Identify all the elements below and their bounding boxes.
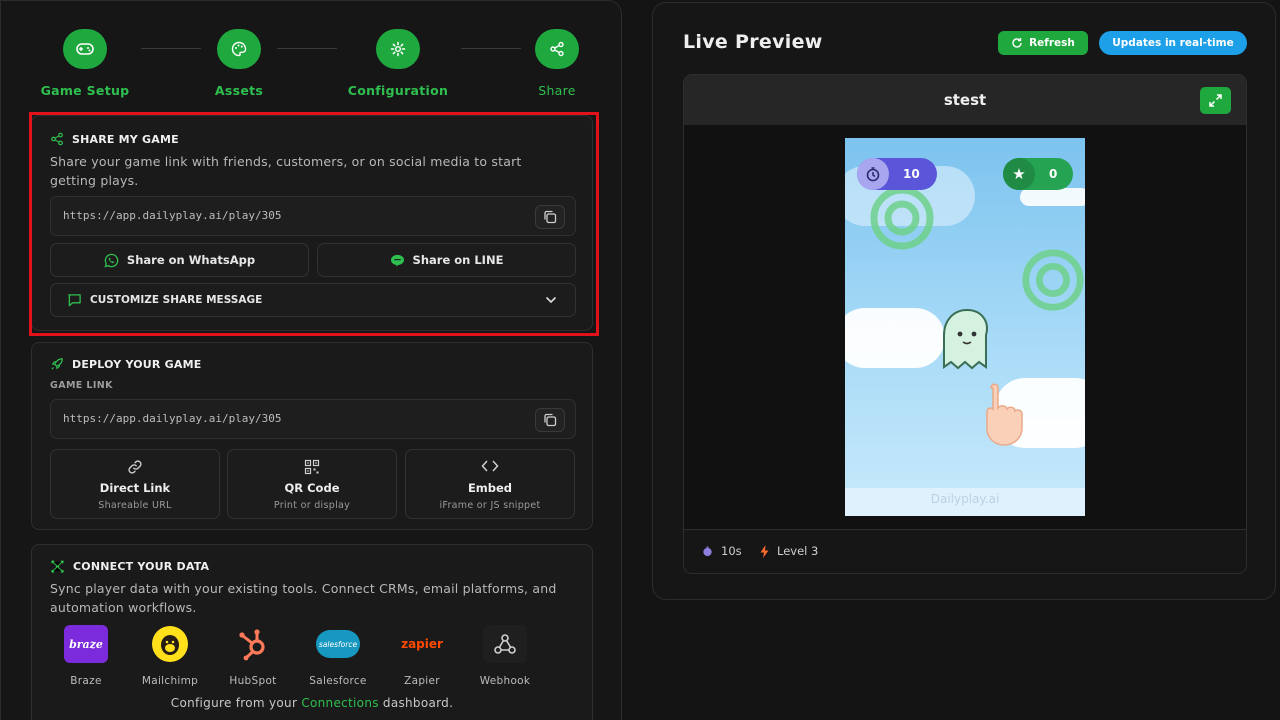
level-stat: Level 3 — [760, 544, 818, 558]
integration-hubspot[interactable]: HubSpot — [218, 625, 288, 687]
mailchimp-logo — [148, 625, 192, 663]
hubspot-logo — [231, 625, 275, 663]
embed-title: Embed — [467, 481, 513, 495]
timer-icon — [857, 158, 889, 190]
score-hud: ★ 0 — [1003, 158, 1073, 190]
game-canvas[interactable]: 10 ★ 0 Dailyplay.ai — [845, 138, 1085, 516]
connect-card-title: CONNECT YOUR DATA — [73, 560, 210, 573]
copy-icon — [544, 413, 557, 427]
salesforce-logo: salesforce — [316, 625, 360, 663]
braze-logo: braze — [64, 625, 108, 663]
game-link-text: https://app.dailyplay.ai/play/305 — [63, 412, 282, 425]
game-link-field[interactable]: https://app.dailyplay.ai/play/305 — [50, 399, 576, 439]
watermark: Dailyplay.ai — [930, 492, 1000, 506]
game-name: stest — [943, 91, 987, 109]
integration-name: Zapier — [404, 675, 440, 687]
integration-name: Braze — [70, 675, 102, 687]
integration-name: Webhook — [479, 675, 531, 687]
swirl-target[interactable] — [1019, 246, 1085, 314]
expand-button[interactable] — [1200, 87, 1231, 114]
step-label: Game Setup — [40, 83, 130, 98]
step-game-setup[interactable]: Game Setup — [25, 29, 145, 98]
realtime-badge: Updates in real-time — [1099, 31, 1247, 55]
deploy-card-title: DEPLOY YOUR GAME — [72, 357, 202, 371]
qr-code-option[interactable]: QR Code Print or display — [227, 449, 397, 519]
zapier-logo: zapier — [401, 637, 443, 651]
deploy-card: DEPLOY YOUR GAME GAME LINK https://app.d… — [31, 342, 593, 530]
gear-icon — [376, 29, 420, 69]
integration-salesforce[interactable]: salesforce Salesforce — [303, 625, 373, 687]
integration-zapier[interactable]: zapier Zapier — [387, 625, 457, 687]
gamepad-icon — [63, 29, 107, 69]
webhook-logo — [483, 625, 527, 663]
ghost-character — [943, 308, 988, 370]
step-assets[interactable]: Assets — [179, 29, 299, 98]
step-configuration[interactable]: Configuration — [338, 29, 458, 98]
connect-description: Sync player data with your existing tool… — [50, 581, 557, 615]
qr-code-subtitle: Print or display — [273, 500, 351, 511]
integration-mailchimp[interactable]: Mailchimp — [135, 625, 205, 687]
network-icon — [51, 560, 64, 573]
timer-hud: 10 — [857, 158, 937, 190]
rocket-icon — [51, 358, 63, 370]
refresh-icon — [1012, 38, 1022, 48]
qr-code-title: QR Code — [284, 481, 340, 495]
lightning-icon — [760, 544, 769, 558]
embed-option[interactable]: Embed iFrame or JS snippet — [405, 449, 575, 519]
star-icon: ★ — [1003, 158, 1035, 190]
preview-footer: 10s Level 3 — [684, 529, 1246, 573]
swirl-target[interactable] — [867, 183, 937, 253]
left-panel: Game Setup Assets Configuration Share SH… — [0, 0, 622, 720]
integration-name: Mailchimp — [141, 675, 199, 687]
integration-name: HubSpot — [229, 675, 277, 687]
direct-link-subtitle: Shareable URL — [98, 500, 172, 511]
step-label: Assets — [214, 83, 264, 98]
direct-link-option[interactable]: Direct Link Shareable URL — [50, 449, 220, 519]
live-preview-title: Live Preview — [683, 31, 823, 53]
copy-button[interactable] — [535, 408, 565, 432]
connections-link[interactable]: Connections — [301, 696, 378, 710]
refresh-label: Refresh — [1029, 37, 1075, 49]
qr-code-icon — [304, 459, 320, 475]
integration-webhook[interactable]: Webhook — [470, 625, 540, 687]
share-icon — [535, 29, 579, 69]
pointer-hand — [986, 383, 1023, 446]
embed-subtitle: iFrame or JS snippet — [439, 500, 541, 511]
direct-link-title: Direct Link — [99, 481, 171, 495]
highlight-box — [29, 112, 599, 336]
connect-card-header: CONNECT YOUR DATA — [50, 559, 209, 574]
step-share[interactable]: Share — [497, 29, 617, 98]
refresh-button[interactable]: Refresh — [998, 31, 1088, 55]
live-preview-panel: Live Preview Refresh Updates in real-tim… — [652, 2, 1276, 600]
code-icon — [481, 460, 499, 472]
preview-header: stest — [684, 75, 1246, 125]
preview-window: stest 10 ★ 0 Dailyplay.ai 10s Level 3 — [683, 74, 1247, 574]
step-label: Share — [538, 83, 576, 98]
link-icon — [128, 460, 142, 474]
timer-icon — [703, 545, 712, 556]
stepper: Game Setup Assets Configuration Share — [1, 29, 623, 99]
palette-icon — [217, 29, 261, 69]
connect-card: CONNECT YOUR DATA Sync player data with … — [31, 544, 593, 720]
time-stat: 10s — [702, 544, 742, 558]
expand-icon — [1209, 94, 1222, 107]
score-value: 0 — [1049, 167, 1058, 181]
connections-footer: Configure from your Connections dashboar… — [170, 696, 454, 710]
integration-name: Salesforce — [309, 675, 367, 687]
timer-value: 10 — [903, 167, 920, 181]
integration-braze[interactable]: braze Braze — [51, 625, 121, 687]
game-link-label: GAME LINK — [50, 380, 113, 391]
step-label: Configuration — [347, 83, 449, 98]
deploy-card-header: DEPLOY YOUR GAME — [50, 357, 201, 371]
